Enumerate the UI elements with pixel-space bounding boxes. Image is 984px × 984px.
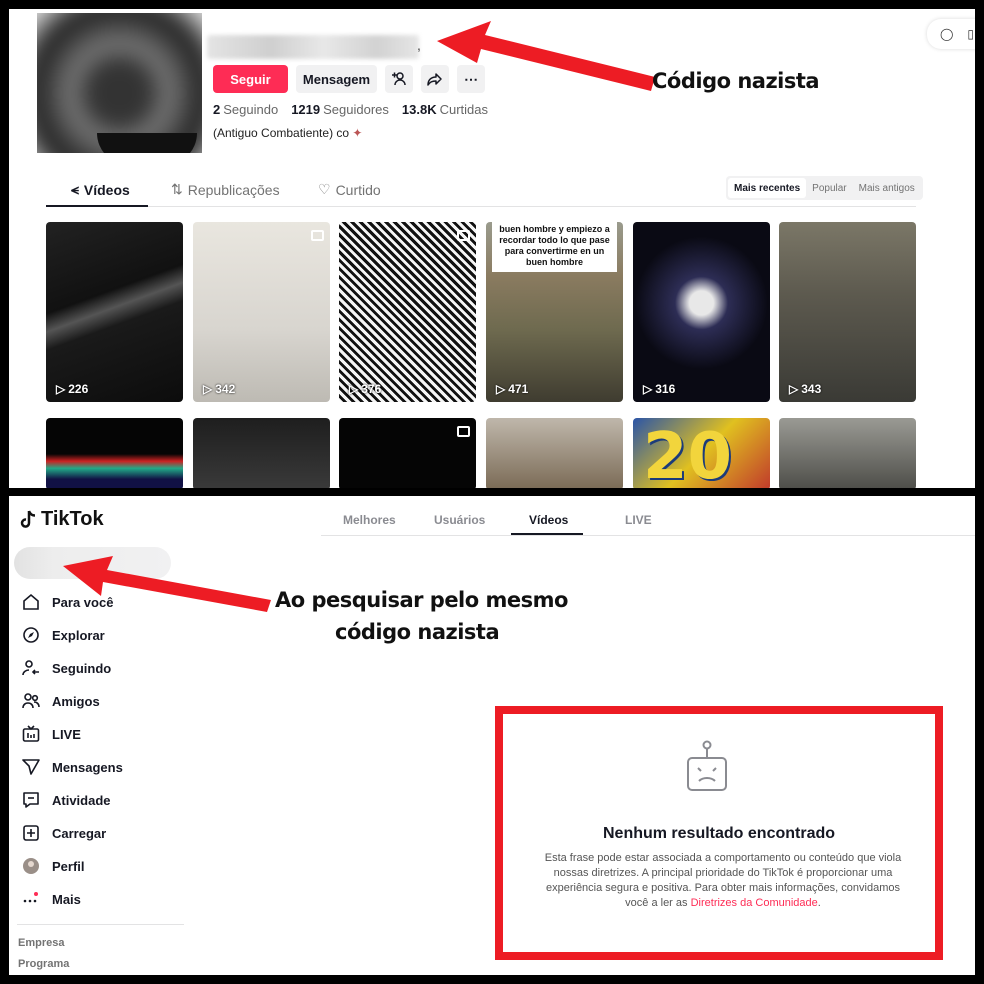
search-screenshot: TikTok Para você Explorar Seguindo Amigo… (9, 496, 975, 975)
video-card[interactable]: ▷ 342 (193, 222, 330, 402)
tab-users[interactable]: Usuários (434, 513, 485, 527)
live-tv-icon (22, 725, 40, 743)
top-right-controls: ◯ ▯ (927, 19, 975, 49)
search-tabs: Melhores Usuários Vídeos LIVE (321, 496, 975, 536)
tab-reposts[interactable]: ⇅ Republicações (171, 181, 280, 198)
sort-oldest[interactable]: Mais antigos (853, 178, 921, 198)
sort-toggle: Mais recentes Popular Mais antigos (726, 176, 923, 200)
video-caption: buen hombre y empiezo a recordar todo lo… (492, 222, 617, 272)
play-icon: ▷ (789, 382, 799, 396)
tab-top[interactable]: Melhores (343, 513, 396, 527)
video-card[interactable] (779, 418, 916, 488)
profile-stats: 2 Seguindo 1219 Seguidores 13.8K Curtidas (213, 102, 488, 117)
tab-active-underline (511, 533, 583, 535)
play-icon: ▷ (496, 382, 506, 396)
sidebar-item-friends[interactable]: Amigos (22, 689, 100, 713)
repost-icon: ⇅ (171, 181, 183, 197)
home-icon (22, 593, 40, 611)
upload-plus-icon (22, 824, 40, 842)
annotation-top: Código nazista (652, 69, 820, 93)
no-results-panel: Nenhum resultado encontrado Esta frase p… (495, 706, 943, 960)
more-dots-icon (22, 890, 40, 908)
compass-icon[interactable]: ◯ (940, 27, 953, 41)
username-blurred (207, 35, 419, 59)
friends-icon (22, 692, 40, 710)
video-card[interactable]: ▷ 343 (779, 222, 916, 402)
followers-count: 1219 (291, 102, 321, 117)
heart-icon: ♡ (318, 181, 331, 197)
sidebar-item-explore[interactable]: Explorar (22, 623, 105, 647)
photo-carousel-icon (311, 230, 324, 241)
play-icon: ▷ (349, 382, 359, 396)
tab-liked[interactable]: ♡ Curtido (318, 181, 381, 198)
sidebar-item-profile[interactable]: Perfil (22, 854, 85, 878)
profile-bio: (Antiguo Combatiente) co ✦ (213, 126, 363, 140)
tiktok-note-icon (20, 510, 36, 528)
photo-carousel-icon (457, 230, 470, 241)
avatar (22, 857, 40, 875)
sidebar-item-upload[interactable]: Carregar (22, 821, 106, 845)
footer-link-company[interactable]: Empresa (18, 937, 64, 949)
sort-recent[interactable]: Mais recentes (728, 178, 807, 198)
sidebar-item-following[interactable]: Seguindo (22, 656, 111, 680)
video-card[interactable]: buen hombre y empiezo a recordar todo lo… (486, 222, 623, 402)
phone-icon[interactable]: ▯ (967, 27, 974, 41)
video-card[interactable]: ▷ 376 (339, 222, 476, 402)
annotation-bottom-line2: código nazista (335, 620, 500, 644)
user-follow-icon (22, 659, 40, 677)
sidebar-item-activity[interactable]: Atividade (22, 788, 111, 812)
red-arrow-icon (437, 21, 655, 91)
send-icon (22, 758, 40, 776)
photo-carousel-icon (457, 426, 470, 437)
profile-screenshot: , Seguir Mensagem ⋯ 2 Seguindo 1219 Seguid… (9, 9, 975, 488)
play-icon: ▷ (56, 382, 66, 396)
following-count: 2 (213, 102, 221, 117)
video-card[interactable]: ▷ 316 (633, 222, 770, 402)
sidebar-item-more[interactable]: Mais (22, 887, 81, 911)
play-icon: ▷ (203, 382, 213, 396)
compass-icon (22, 626, 40, 644)
add-friend-button[interactable] (385, 65, 413, 93)
grid-icon: ⪪ (71, 181, 79, 197)
community-guidelines-link[interactable]: Diretrizes da Comunidade (691, 897, 818, 909)
sidebar-divider (17, 924, 184, 925)
follow-button[interactable]: Seguir (213, 65, 288, 93)
following-label: Seguindo (223, 102, 279, 117)
tab-videos[interactable]: ⪪ Vídeos (71, 181, 130, 198)
tab-active-underline (46, 205, 148, 207)
emoji-icon: ✦ (352, 126, 363, 140)
sidebar-item-live[interactable]: LIVE (22, 722, 81, 746)
video-card[interactable]: 20 (633, 418, 770, 488)
sad-robot-icon (687, 740, 727, 791)
no-results-title: Nenhum resultado encontrado (602, 825, 836, 842)
message-button[interactable]: Mensagem (296, 65, 377, 93)
tiktok-logo[interactable]: TikTok (20, 508, 104, 531)
likes-count: 13.8K (401, 102, 437, 117)
play-icon: ▷ (643, 382, 653, 396)
sidebar-item-messages[interactable]: Mensagens (22, 755, 123, 779)
no-results-message: Esta frase pode estar associada a compor… (544, 852, 902, 909)
followers-label: Seguidores (323, 102, 389, 117)
video-card[interactable] (486, 418, 623, 488)
annotation-bottom-line1: Ao pesquisar pelo mesmo (275, 588, 568, 612)
footer-link-program[interactable]: Programa (18, 958, 69, 970)
video-card[interactable] (193, 418, 330, 488)
likes-label: Curtidas (439, 102, 489, 117)
video-card[interactable] (339, 418, 476, 488)
sort-popular[interactable]: Popular (806, 178, 852, 198)
profile-avatar-blurred (37, 13, 202, 153)
red-arrow-icon (63, 556, 271, 612)
video-card[interactable]: ▷ 226 (46, 222, 183, 402)
video-card[interactable] (46, 418, 183, 488)
thumbnail-number: 20 (643, 420, 733, 488)
tab-live[interactable]: LIVE (625, 513, 652, 527)
tab-videos[interactable]: Vídeos (529, 513, 568, 527)
inbox-icon (22, 791, 40, 809)
add-user-icon (392, 72, 406, 86)
